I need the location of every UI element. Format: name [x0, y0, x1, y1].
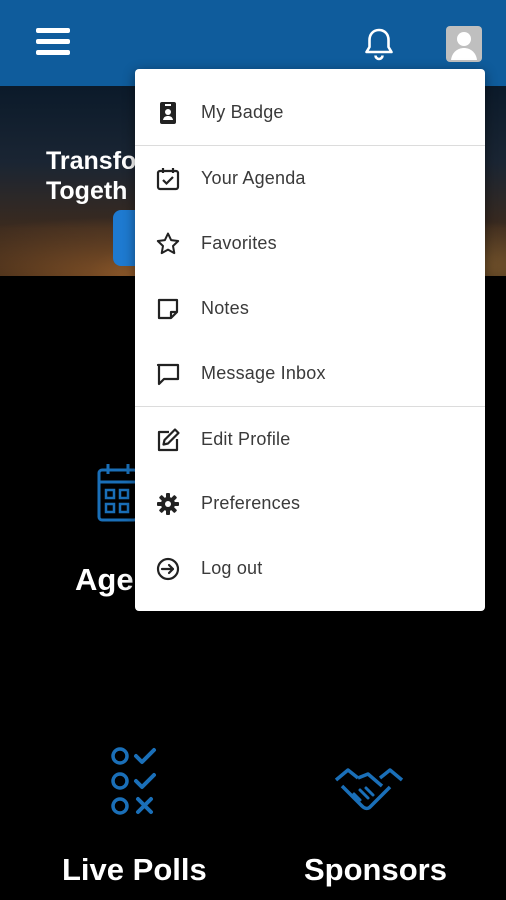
poll-checklist-icon[interactable]	[110, 746, 160, 818]
menu-item-edit-profile[interactable]: Edit Profile	[135, 409, 485, 469]
menu-item-label: Favorites	[201, 233, 277, 253]
message-icon	[156, 363, 180, 386]
gear-icon	[157, 493, 179, 515]
hamburger-icon[interactable]	[36, 28, 70, 58]
menu-item-favorites[interactable]: Favorites	[135, 213, 485, 273]
tile-label-sponsors[interactable]: Sponsors	[304, 852, 447, 888]
logout-icon	[156, 557, 180, 581]
menu-item-label: My Badge	[201, 102, 284, 122]
menu-divider	[135, 406, 485, 407]
tile-label-agenda[interactable]: Age	[75, 562, 134, 598]
menu-divider	[135, 145, 485, 146]
menu-item-label: Log out	[201, 558, 263, 578]
menu-item-label: Your Agenda	[201, 168, 306, 188]
menu-item-my-badge[interactable]: My Badge	[135, 82, 485, 142]
calendar-check-icon	[156, 168, 180, 191]
menu-item-label: Message Inbox	[201, 363, 326, 383]
note-icon	[157, 298, 179, 320]
menu-item-notes[interactable]: Notes	[135, 278, 485, 338]
tile-label-live-polls[interactable]: Live Polls	[62, 852, 207, 888]
profile-dropdown-menu: My Badge Your Agenda Favorites Notes Mes…	[135, 69, 485, 611]
handshake-icon[interactable]	[334, 766, 404, 816]
menu-item-preferences[interactable]: Preferences	[135, 473, 485, 533]
star-icon	[156, 232, 180, 255]
edit-icon	[157, 428, 180, 452]
menu-item-log-out[interactable]: Log out	[135, 538, 485, 598]
calendar-icon	[97, 464, 139, 522]
badge-icon	[160, 102, 176, 124]
menu-item-your-agenda[interactable]: Your Agenda	[135, 148, 485, 208]
menu-item-label: Preferences	[201, 493, 301, 513]
bell-icon[interactable]	[362, 26, 396, 62]
menu-item-label: Notes	[201, 298, 250, 318]
menu-item-message-inbox[interactable]: Message Inbox	[135, 343, 485, 403]
menu-item-label: Edit Profile	[201, 429, 291, 449]
user-avatar-icon[interactable]	[446, 26, 482, 62]
